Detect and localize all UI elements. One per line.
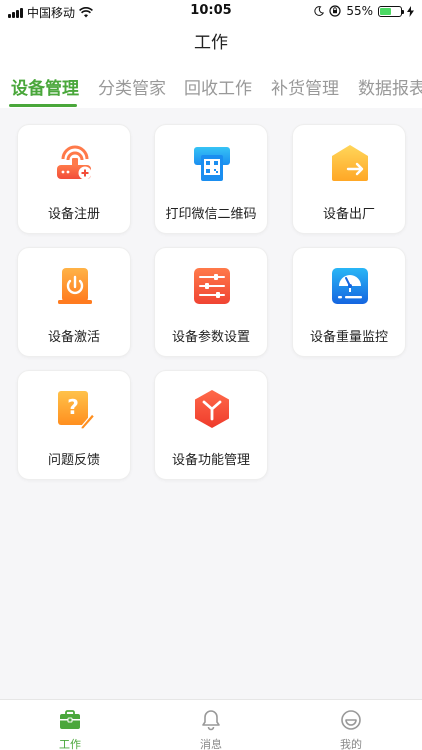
orientation-lock-icon (329, 5, 341, 17)
card-device-activate[interactable]: 设备激活 (17, 247, 131, 357)
house-export-icon (332, 145, 368, 181)
sliders-settings-icon (194, 268, 230, 304)
card-label: 设备注册 (47, 207, 100, 222)
card-label: 设备参数设置 (171, 330, 250, 345)
bell-icon (202, 710, 220, 731)
card-feedback[interactable]: ? 问题反馈 (17, 370, 131, 480)
card-device-parameters[interactable]: 设备参数设置 (154, 247, 268, 357)
card-label: 设备出厂 (322, 207, 375, 222)
card-print-qrcode[interactable]: 打印微信二维码 (154, 124, 268, 234)
cube-function-icon (195, 390, 229, 428)
bottom-nav-messages[interactable]: 消息 (171, 700, 251, 750)
bottom-nav-label: 消息 (200, 738, 222, 750)
tab-bar: 设备管理 分类管家 回收工作 补货管理 数据报表 (0, 64, 422, 108)
card-label: 设备功能管理 (171, 453, 250, 468)
tab-restock-management[interactable]: 补货管理 (271, 74, 339, 99)
bottom-nav-label: 我的 (340, 738, 362, 750)
tab-device-management[interactable]: 设备管理 (11, 74, 79, 99)
battery-percent: 55% (346, 4, 373, 18)
router-register-icon (57, 145, 92, 180)
card-label: 打印微信二维码 (165, 207, 257, 222)
tab-recycling-work[interactable]: 回收工作 (184, 74, 252, 99)
moon-icon (314, 6, 325, 16)
question-edit-icon: ? (58, 391, 95, 429)
card-device-register[interactable]: 设备注册 (17, 124, 131, 234)
bottom-nav: 工作 消息 我的 (0, 699, 422, 750)
briefcase-icon (60, 710, 80, 729)
smiley-profile-icon (341, 710, 361, 730)
bottom-nav-work[interactable]: 工作 (30, 700, 110, 750)
print-qrcode-icon (194, 147, 230, 181)
bottom-nav-label: 工作 (59, 738, 81, 750)
card-function-management[interactable]: 设备功能管理 (154, 370, 268, 480)
battery-icon (378, 5, 404, 17)
card-label: 设备激活 (47, 330, 100, 345)
status-right: 55% (314, 4, 414, 18)
bottom-nav-profile[interactable]: 我的 (311, 700, 391, 750)
card-device-export[interactable]: 设备出厂 (292, 124, 406, 234)
svg-text:?: ? (67, 395, 79, 419)
charging-icon (407, 5, 414, 17)
page-title: 工作 (0, 22, 422, 64)
tab-classification[interactable]: 分类管家 (98, 74, 166, 99)
card-label: 设备重量监控 (309, 330, 388, 345)
card-label: 问题反馈 (47, 453, 100, 468)
weight-gauge-icon (332, 268, 368, 304)
tab-active-indicator (9, 104, 77, 107)
tab-data-report[interactable]: 数据报表 (358, 74, 422, 99)
card-weight-monitor[interactable]: 设备重量监控 (292, 247, 406, 357)
status-bar: 中国移动 10:05 55% (0, 0, 422, 22)
device-activate-icon (58, 268, 92, 304)
